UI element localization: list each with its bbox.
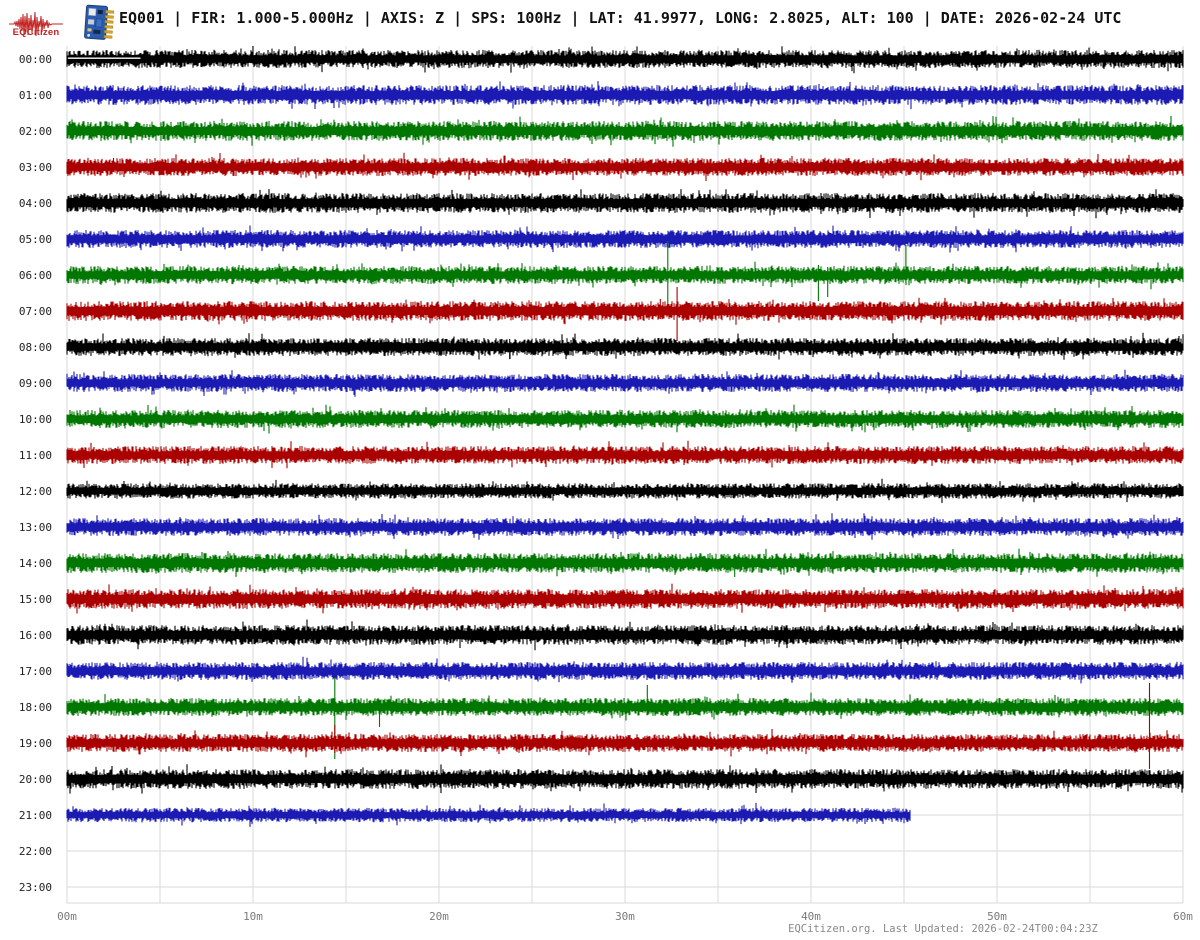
hour-label: 07:00 (19, 305, 52, 318)
x-tick-label: 50m (987, 910, 1007, 923)
hour-label: 20:00 (19, 773, 52, 786)
hour-label: 13:00 (19, 521, 52, 534)
x-tick-label: 40m (801, 910, 821, 923)
x-tick-label: 00m (57, 910, 77, 923)
x-tick-label: 60m (1173, 910, 1193, 923)
hour-label: 09:00 (19, 377, 52, 390)
hour-label: 01:00 (19, 89, 52, 102)
hour-label: 00:00 (19, 53, 52, 66)
eqcitizen-logo-text: EQCitizen (12, 27, 60, 38)
hour-label: 12:00 (19, 485, 52, 498)
hour-label: 14:00 (19, 557, 52, 570)
hour-label: 21:00 (19, 809, 52, 822)
hour-label: 08:00 (19, 341, 52, 354)
hour-label: 11:00 (19, 449, 52, 462)
hour-label: 16:00 (19, 629, 52, 642)
hour-label: 17:00 (19, 665, 52, 678)
sensor-chip-icon (84, 4, 115, 40)
trace-row-21 (66, 802, 911, 827)
footer-status-text: EQCitizen.org. Last Updated: 2026-02-24T… (788, 923, 1098, 935)
hour-label: 05:00 (19, 233, 52, 246)
helicorder-plot: 00:00 01:00 02:00 03:00 04:00 05:00 06:00 07:00… (19, 44, 1193, 923)
hour-label: 03:00 (19, 161, 52, 174)
hour-label: 02:00 (19, 125, 52, 138)
hour-label: 15:00 (19, 593, 52, 606)
x-tick-label: 10m (243, 910, 263, 923)
header: EQCitizen EQ001 | FIR: 1.000-5.000Hz | A… (0, 0, 1200, 46)
hour-label: 04:00 (19, 197, 52, 210)
hour-label: 18:00 (19, 701, 52, 714)
hour-label: 10:00 (19, 413, 52, 426)
hour-label: 22:00 (19, 845, 52, 858)
hour-label: 23:00 (19, 881, 52, 894)
x-tick-label: 30m (615, 910, 635, 923)
x-tick-label: 20m (429, 910, 449, 923)
hour-label: 06:00 (19, 269, 52, 282)
page-title: EQ001 | FIR: 1.000-5.000Hz | AXIS: Z | S… (119, 9, 1122, 27)
hour-label: 19:00 (19, 737, 52, 750)
